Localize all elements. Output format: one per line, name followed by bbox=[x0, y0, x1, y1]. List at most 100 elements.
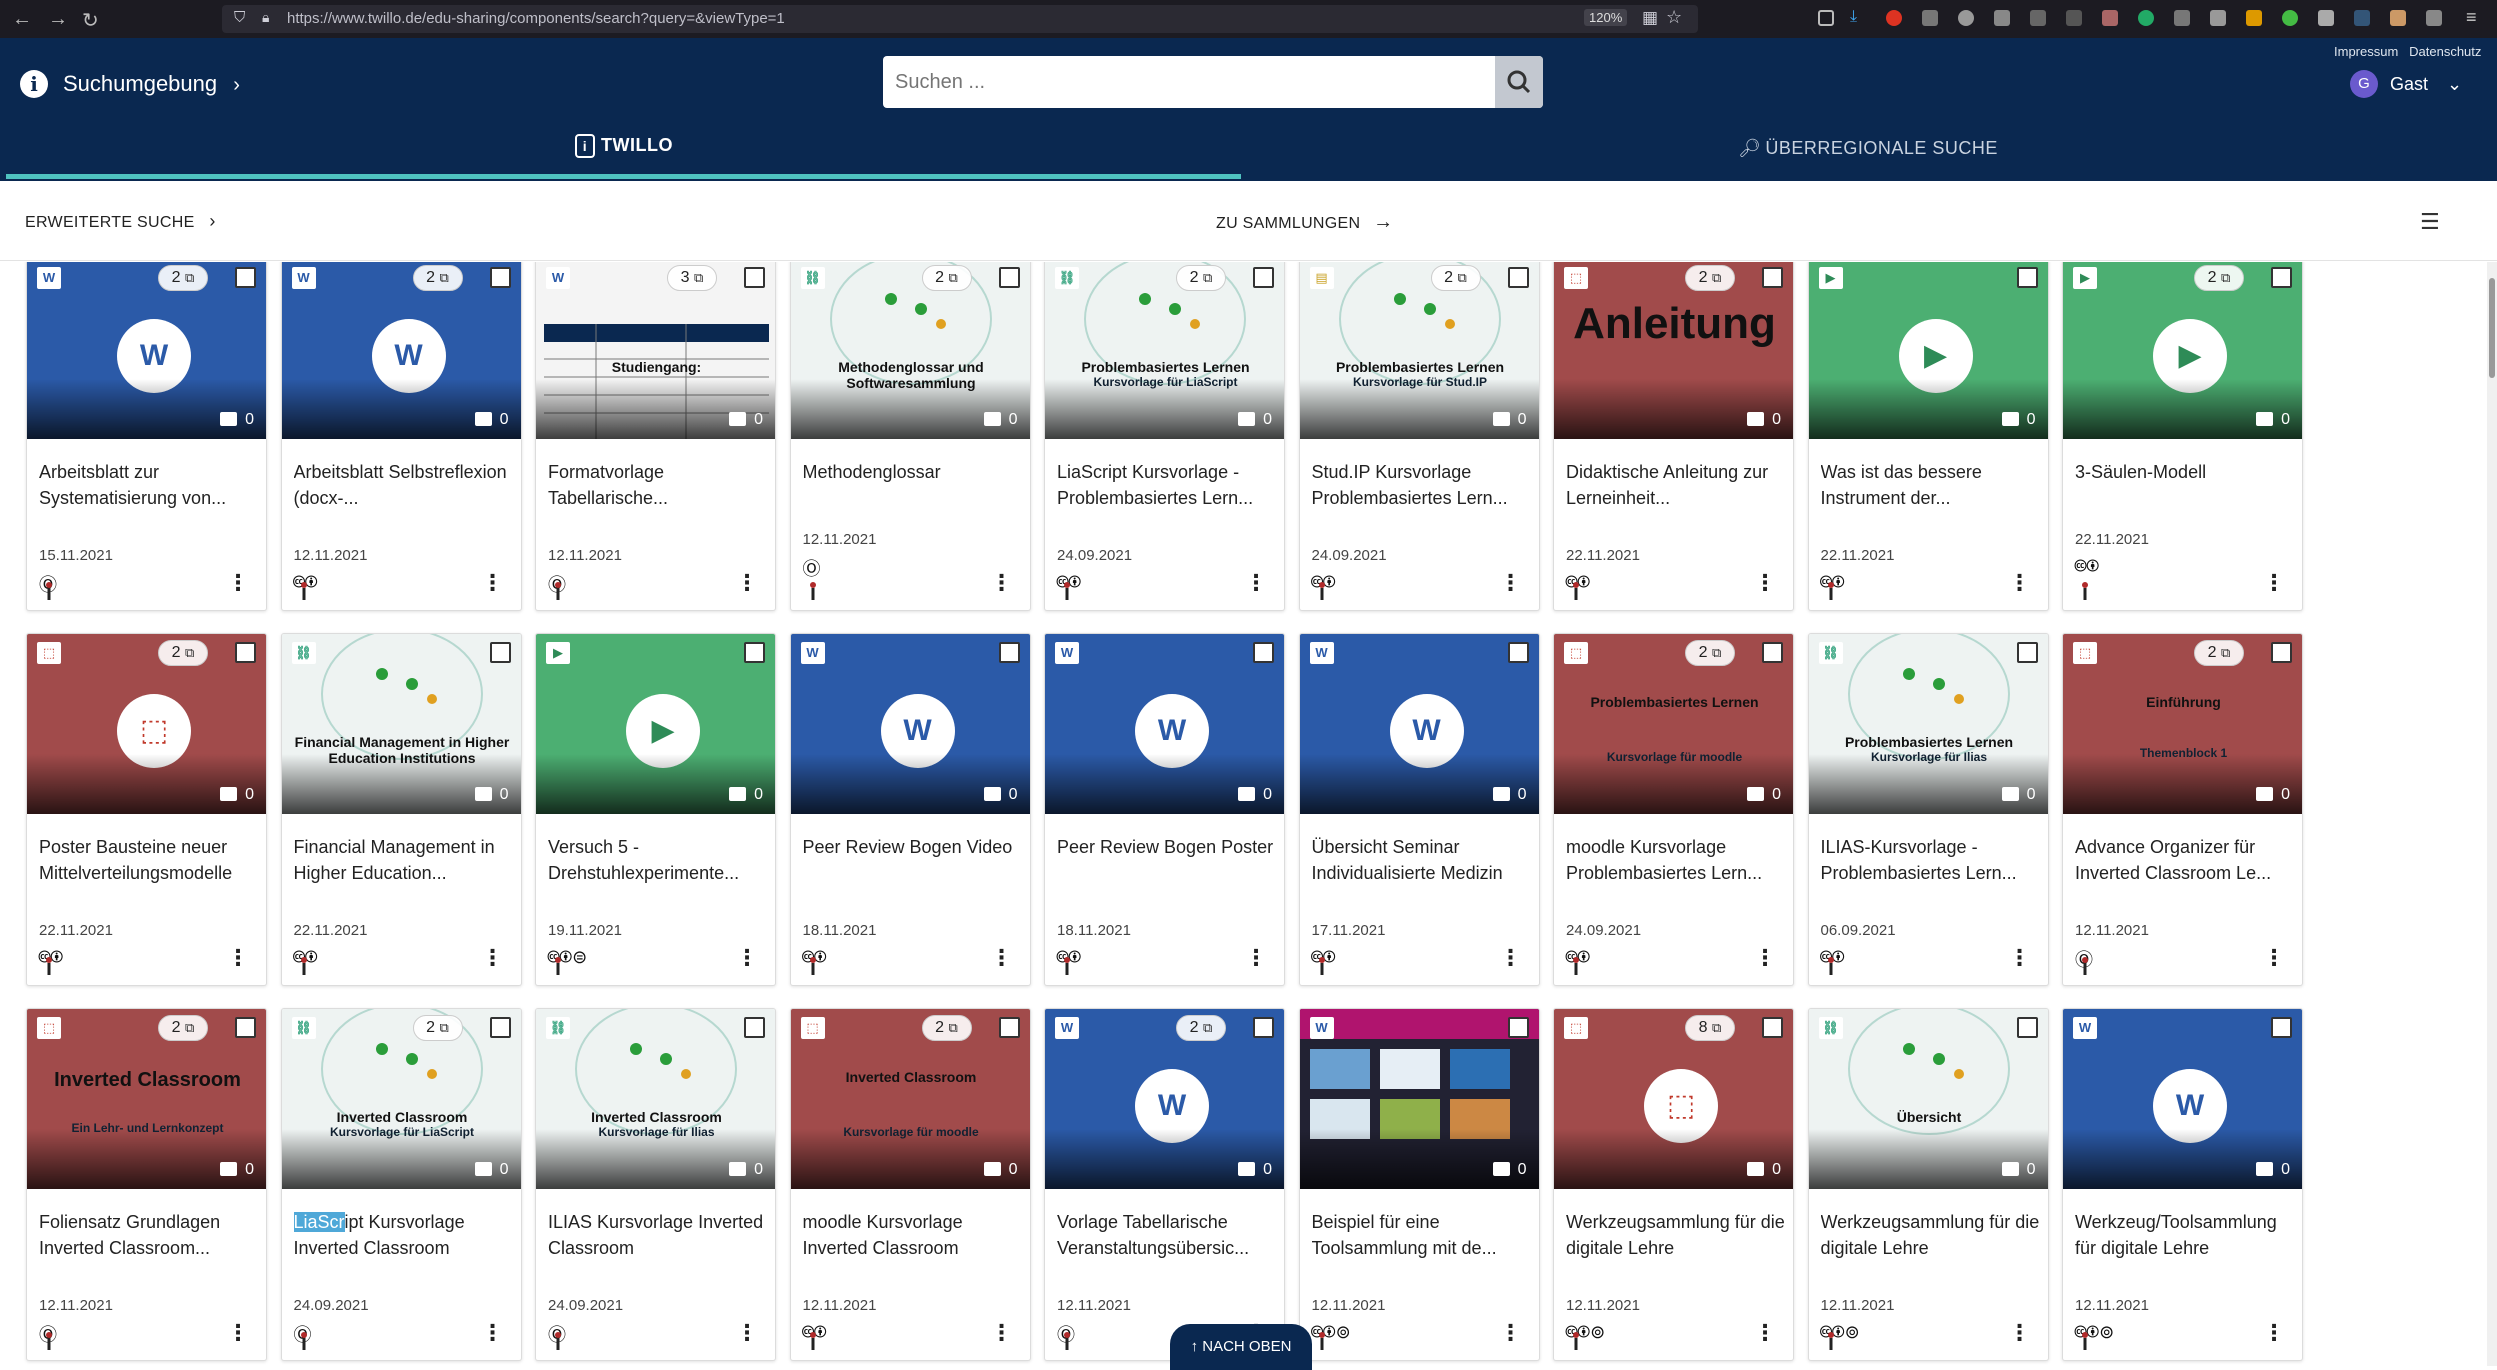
card-title[interactable]: Advance Organizer für Inverted Classroom… bbox=[2075, 834, 2295, 886]
select-checkbox[interactable] bbox=[1253, 267, 1274, 288]
preview-image[interactable]: Financial Management in Higher Education… bbox=[281, 634, 521, 814]
preview-image[interactable]: W W 0 bbox=[1045, 634, 1284, 814]
result-card[interactable]: Inverted Classroom Kursvorlage für Ilias… bbox=[535, 1008, 776, 1361]
more-options-button[interactable]: ⋮ bbox=[991, 947, 1013, 975]
select-checkbox[interactable] bbox=[235, 1017, 256, 1038]
card-title[interactable]: Beispiel für eine Toolsammlung mit de... bbox=[1312, 1209, 1532, 1261]
result-card[interactable]: W W 2 ⧉ 0 Arbeitsblatt zur Systematisier… bbox=[26, 262, 267, 611]
result-card[interactable]: Problembasiertes Lernen Kursvorlage für … bbox=[1298, 262, 1540, 611]
extension-icon[interactable] bbox=[1994, 10, 2010, 26]
search-input[interactable] bbox=[895, 68, 1455, 96]
result-card[interactable]: Methodenglossar und Softwaresammlung ⛓ 2… bbox=[789, 262, 1031, 611]
card-title[interactable]: Übersicht Seminar Individualisierte Medi… bbox=[1312, 834, 1532, 886]
select-checkbox[interactable] bbox=[1253, 642, 1274, 663]
card-title[interactable]: ILIAS Kursvorlage Inverted Classroom bbox=[548, 1209, 768, 1261]
select-checkbox[interactable] bbox=[489, 1017, 511, 1038]
scrollbar[interactable] bbox=[2487, 262, 2497, 1366]
comments[interactable]: 0 bbox=[2256, 786, 2290, 804]
select-checkbox[interactable] bbox=[1507, 1017, 1529, 1038]
lock-icon[interactable]: 🔒︎ bbox=[262, 9, 269, 26]
result-card[interactable]: ⬚ ⬚ 2 ⧉ 0 Poster Bausteine neuer Mittelv… bbox=[26, 633, 267, 986]
more-options-button[interactable]: ⋮ bbox=[1754, 947, 1776, 975]
result-card[interactable]: Problembasiertes Lernen Kursvorlage für … bbox=[1807, 633, 2049, 986]
more-options-button[interactable]: ⋮ bbox=[736, 947, 758, 975]
comments[interactable]: 0 bbox=[983, 411, 1018, 429]
settings-icon[interactable] bbox=[1958, 10, 1974, 26]
preview-image[interactable]: Inverted Classroom Kursvorlage für moodl… bbox=[790, 1009, 1030, 1189]
preview-image[interactable]: W W 0 bbox=[2063, 1009, 2302, 1189]
result-card[interactable]: ▶ ▶ 2 ⧉ 0 3-Säulen-Modell 22.11.2021 🅭🅯 … bbox=[2062, 262, 2303, 611]
preview-image[interactable]: Inverted Classroom Kursvorlage für Ilias… bbox=[536, 1009, 775, 1189]
result-card[interactable]: W W 0 Peer Review Bogen Poster 18.11.202… bbox=[1044, 633, 1285, 986]
card-title[interactable]: Peer Review Bogen Poster bbox=[1057, 834, 1277, 886]
preview-image[interactable]: ▶ ▶ 0 bbox=[1808, 262, 2048, 439]
comments[interactable]: 0 bbox=[729, 786, 763, 804]
card-title[interactable]: Versuch 5 - Drehstuhlexperimente... bbox=[548, 834, 768, 886]
more-options-button[interactable]: ⋮ bbox=[227, 947, 249, 975]
result-card[interactable]: W W 0 Werkzeug/Toolsammlung für digitale… bbox=[2062, 1008, 2303, 1361]
select-checkbox[interactable] bbox=[2271, 1017, 2292, 1038]
extension-icon[interactable] bbox=[2030, 10, 2046, 26]
more-options-button[interactable]: ⋮ bbox=[991, 572, 1013, 600]
preview-image[interactable]: Anleitung ⬚ 2 ⧉ 0 bbox=[1554, 262, 1793, 439]
preview-image[interactable]: Methodenglossar und Softwaresammlung ⛓ 2… bbox=[790, 262, 1030, 439]
comments[interactable]: 0 bbox=[1492, 1161, 1527, 1179]
comments[interactable]: 0 bbox=[474, 411, 509, 429]
select-checkbox[interactable] bbox=[2271, 267, 2292, 288]
preview-image[interactable]: Problembasiertes Lernen Kursvorlage für … bbox=[1554, 634, 1793, 814]
zoom-level[interactable]: 120% bbox=[1584, 9, 1628, 26]
impressum-link[interactable]: Impressum bbox=[2334, 44, 2398, 59]
star-icon[interactable]: ☆ bbox=[1666, 7, 1682, 28]
result-card[interactable]: Studiengang: W 3 ⧉ 0 Formatvorlage Tabel… bbox=[535, 262, 776, 611]
more-options-button[interactable]: ⋮ bbox=[482, 572, 504, 600]
select-checkbox[interactable] bbox=[1762, 267, 1783, 288]
select-checkbox[interactable] bbox=[998, 1017, 1020, 1038]
select-checkbox[interactable] bbox=[1762, 1017, 1783, 1038]
result-card[interactable]: Anleitung ⬚ 2 ⧉ 0 Didaktische Anleitung … bbox=[1553, 262, 1794, 611]
select-checkbox[interactable] bbox=[1762, 642, 1783, 663]
more-options-button[interactable]: ⋮ bbox=[482, 1322, 504, 1350]
brand-title[interactable]: Suchumgebung › bbox=[63, 71, 240, 97]
comments[interactable]: 0 bbox=[1747, 1161, 1781, 1179]
card-title[interactable]: Werkzeugsammlung für die digitale Lehre bbox=[1566, 1209, 1786, 1261]
comments[interactable]: 0 bbox=[1238, 411, 1272, 429]
comments[interactable]: 0 bbox=[2256, 411, 2290, 429]
select-checkbox[interactable] bbox=[235, 267, 256, 288]
select-checkbox[interactable] bbox=[998, 267, 1020, 288]
extension-icon[interactable] bbox=[2354, 10, 2370, 26]
more-options-button[interactable]: ⋮ bbox=[1754, 1322, 1776, 1350]
more-options-button[interactable]: ⋮ bbox=[991, 1322, 1013, 1350]
card-title[interactable]: Didaktische Anleitung zur Lerneinheit... bbox=[1566, 459, 1786, 511]
comments[interactable]: 0 bbox=[1747, 786, 1781, 804]
result-card[interactable]: W 0 Beispiel für eine Toolsammlung mit d… bbox=[1298, 1008, 1540, 1361]
preview-image[interactable]: W W 0 bbox=[1299, 634, 1539, 814]
url-text[interactable]: https://www.twillo.de/edu-sharing/compon… bbox=[287, 10, 785, 27]
card-title[interactable]: Stud.IP Kursvorlage Problembasiertes Ler… bbox=[1312, 459, 1532, 511]
scrollbar-thumb[interactable] bbox=[2489, 278, 2495, 378]
comments[interactable]: 0 bbox=[1238, 1161, 1272, 1179]
select-checkbox[interactable] bbox=[744, 1017, 765, 1038]
result-card[interactable]: ▶ ▶ 0 Versuch 5 - Drehstuhlexperimente..… bbox=[535, 633, 776, 986]
comments[interactable]: 0 bbox=[729, 1161, 763, 1179]
card-title[interactable]: Peer Review Bogen Video bbox=[803, 834, 1023, 886]
result-card[interactable]: W W 2 ⧉ 0 Arbeitsblatt Selbstreflexion (… bbox=[280, 262, 522, 611]
comments[interactable]: 0 bbox=[983, 1161, 1018, 1179]
comments[interactable]: 0 bbox=[1238, 786, 1272, 804]
comments[interactable]: 0 bbox=[220, 411, 254, 429]
preview-image[interactable]: W 0 bbox=[1299, 1009, 1539, 1189]
result-card[interactable]: Financial Management in Higher Education… bbox=[280, 633, 522, 986]
result-card[interactable]: Problembasiertes Lernen Kursvorlage für … bbox=[1553, 633, 1794, 986]
result-card[interactable]: Einführung Themenblock 1 ⬚ 2 ⧉ 0 Advance… bbox=[2062, 633, 2303, 986]
preview-image[interactable]: ⬚ ⬚ 2 ⧉ 0 bbox=[27, 634, 266, 814]
shield-icon[interactable]: ⛉ bbox=[234, 9, 245, 26]
extension-icon[interactable] bbox=[2066, 10, 2082, 26]
card-title[interactable]: Arbeitsblatt zur Systematisierung von... bbox=[39, 459, 259, 511]
card-title[interactable]: moodle Kursvorlage Inverted Classroom bbox=[803, 1209, 1023, 1261]
back-icon[interactable]: ← bbox=[12, 8, 32, 31]
comments[interactable]: 0 bbox=[474, 786, 509, 804]
card-title[interactable]: LiaScript Kursvorlage Inverted Classroom bbox=[293, 1209, 514, 1261]
preview-image[interactable]: Inverted Classroom Kursvorlage für LiaSc… bbox=[281, 1009, 521, 1189]
result-card[interactable]: Problembasiertes Lernen Kursvorlage für … bbox=[1044, 262, 1285, 611]
card-title[interactable]: Vorlage Tabellarische Veranstaltungsüber… bbox=[1057, 1209, 1277, 1261]
more-options-button[interactable]: ⋮ bbox=[1754, 572, 1776, 600]
